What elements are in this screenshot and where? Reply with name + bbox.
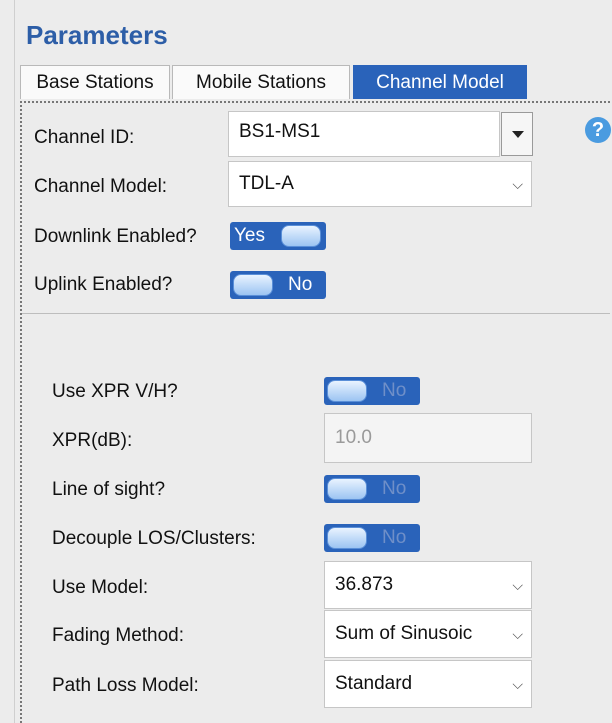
tab-mobile-stations[interactable]: Mobile Stations bbox=[172, 65, 350, 99]
use-model-value: 36.873 bbox=[335, 574, 394, 595]
xpr-db-value: 10.0 bbox=[335, 427, 372, 448]
path-loss-model-label: Path Loss Model: bbox=[52, 675, 199, 696]
line-of-sight-label: Line of sight? bbox=[52, 479, 166, 500]
xpr-db-input[interactable]: 10.0 bbox=[324, 413, 532, 463]
downlink-enabled-toggle[interactable]: Yes bbox=[230, 222, 326, 250]
uplink-enabled-value: No bbox=[288, 274, 313, 295]
use-model-select[interactable]: 36.873 ⌵ bbox=[324, 561, 532, 609]
channel-id-label: Channel ID: bbox=[34, 127, 135, 148]
use-xpr-value: No bbox=[382, 380, 407, 401]
decouple-value: No bbox=[382, 527, 407, 548]
tab-channel-model[interactable]: Channel Model bbox=[353, 65, 527, 99]
section-divider bbox=[22, 313, 610, 314]
chevron-down-icon: ⌵ bbox=[512, 577, 523, 593]
fading-method-label: Fading Method: bbox=[52, 625, 185, 646]
toggle-knob bbox=[327, 527, 367, 549]
channel-model-panel: Channel ID: BS1-MS1 ? Channel Model: TDL… bbox=[20, 101, 611, 723]
uplink-enabled-toggle[interactable]: No bbox=[230, 271, 326, 299]
chevron-down-icon: ⌵ bbox=[512, 676, 523, 692]
fading-method-select[interactable]: Sum of Sinusoic ⌵ bbox=[324, 610, 532, 658]
line-of-sight-toggle[interactable]: No bbox=[324, 475, 420, 503]
channel-id-input[interactable]: BS1-MS1 bbox=[228, 111, 500, 157]
help-icon[interactable]: ? bbox=[585, 117, 611, 143]
tab-base-stations[interactable]: Base Stations bbox=[20, 65, 170, 99]
channel-model-select[interactable]: TDL-A ⌵ bbox=[228, 161, 532, 207]
chevron-down-icon: ⌵ bbox=[509, 611, 523, 657]
fading-method-value: Sum of Sinusoic bbox=[335, 623, 473, 644]
use-model-label: Use Model: bbox=[52, 577, 149, 598]
toggle-knob bbox=[327, 380, 367, 402]
downlink-enabled-value: Yes bbox=[234, 225, 265, 246]
general-section: Channel ID: BS1-MS1 ? Channel Model: TDL… bbox=[22, 103, 611, 313]
chevron-down-icon: ⌵ bbox=[512, 176, 523, 192]
channel-model-label: Channel Model: bbox=[34, 176, 168, 197]
downlink-enabled-label: Downlink Enabled? bbox=[34, 226, 197, 247]
toggle-knob bbox=[327, 478, 367, 500]
uplink-enabled-label: Uplink Enabled? bbox=[34, 274, 173, 295]
xpr-db-label: XPR(dB): bbox=[52, 430, 133, 451]
decouple-toggle[interactable]: No bbox=[324, 524, 420, 552]
line-of-sight-value: No bbox=[382, 478, 407, 499]
decouple-label: Decouple LOS/Clusters: bbox=[52, 528, 256, 549]
channel-id-value: BS1-MS1 bbox=[239, 121, 321, 142]
path-loss-model-select[interactable]: Standard ⌵ bbox=[324, 660, 532, 708]
channel-id-dropdown-button[interactable] bbox=[501, 112, 533, 156]
toggle-knob bbox=[233, 274, 273, 296]
path-loss-model-value: Standard bbox=[335, 673, 413, 694]
use-xpr-label: Use XPR V/H? bbox=[52, 381, 178, 402]
page-title: Parameters bbox=[26, 20, 168, 50]
toggle-knob bbox=[281, 225, 321, 247]
channel-model-value: TDL-A bbox=[239, 173, 294, 194]
use-xpr-toggle[interactable]: No bbox=[324, 377, 420, 405]
